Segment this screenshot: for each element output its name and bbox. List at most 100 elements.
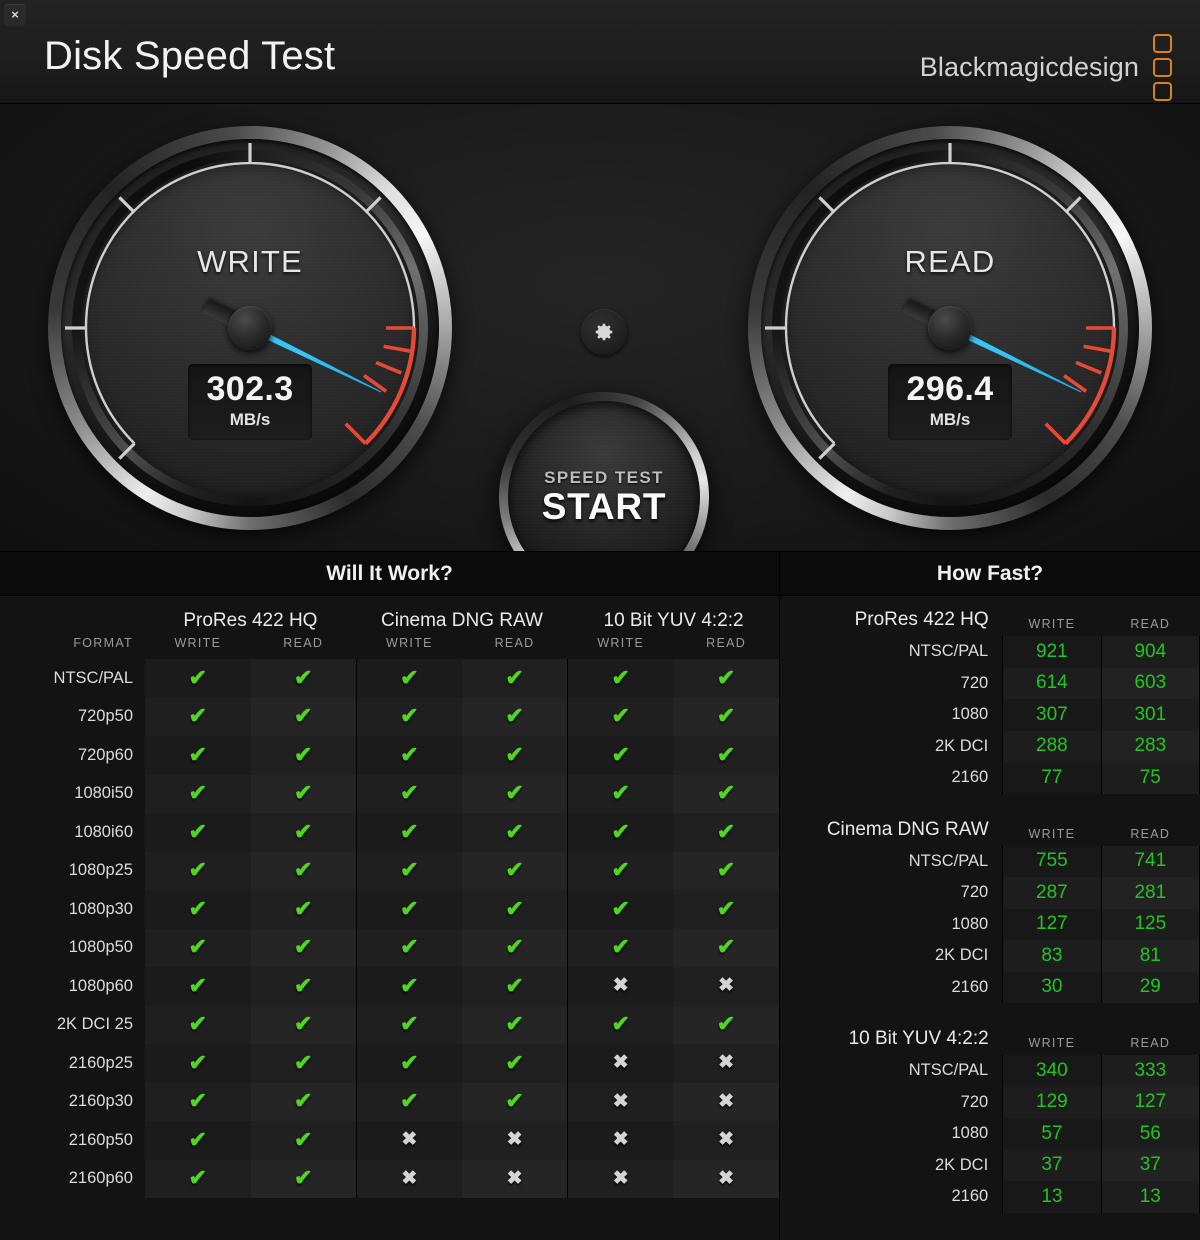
how-fast-table: ProRes 422 HQ WRITE READ NTSC/PAL 921 904 720 6… xyxy=(780,596,1200,1213)
table-row: NTSC/PAL 340 333 xyxy=(780,1055,1200,1087)
support-cell: ✔ xyxy=(461,659,568,698)
read-unit: MB/s xyxy=(929,409,971,429)
support-cell: ✖ xyxy=(567,1121,674,1160)
column-header-read: READ xyxy=(1130,826,1171,841)
write-gauge: WRITE 302.3 MB/s xyxy=(48,126,452,530)
check-icon: ✔ xyxy=(294,1011,313,1037)
support-cell: ✔ xyxy=(673,851,779,890)
check-icon: ✔ xyxy=(294,780,313,806)
check-icon: ✔ xyxy=(611,818,630,844)
support-cell: ✔ xyxy=(673,1005,779,1044)
support-cell: ✔ xyxy=(673,659,779,698)
support-cell: ✔ xyxy=(673,697,779,736)
check-icon: ✔ xyxy=(188,818,208,844)
check-icon: ✔ xyxy=(505,934,524,960)
check-icon: ✔ xyxy=(188,664,208,690)
resolution-label: 2K DCI xyxy=(935,736,989,755)
support-cell: ✔ xyxy=(250,1159,357,1198)
check-icon: ✔ xyxy=(716,857,736,883)
format-label: 1080p60 xyxy=(68,976,133,995)
check-icon: ✔ xyxy=(294,972,313,998)
check-icon: ✔ xyxy=(294,818,313,844)
codec-name: ProRes 422 HQ xyxy=(854,609,989,630)
column-header-read: READ xyxy=(1130,1036,1171,1050)
read-speed-value: 125 xyxy=(1100,908,1200,940)
column-header-write: WRITE xyxy=(386,636,433,650)
table-row: 1080 127 125 xyxy=(780,908,1200,940)
support-cell: ✖ xyxy=(461,1121,568,1160)
resolution-label: NTSC/PAL xyxy=(908,642,989,661)
check-icon: ✔ xyxy=(611,934,630,960)
cross-icon: ✖ xyxy=(718,1052,735,1074)
resolution-label: 1080 xyxy=(951,705,989,724)
results-area: Will It Work? ProRes 422 HQ Cinema DNG RA… xyxy=(0,552,1200,1240)
support-cell: ✔ xyxy=(250,774,357,813)
support-cell: ✔ xyxy=(567,774,674,813)
gear-icon xyxy=(595,323,613,341)
table-row: NTSC/PAL 755 741 xyxy=(780,845,1200,877)
check-icon: ✔ xyxy=(400,1049,419,1075)
cross-icon: ✖ xyxy=(506,1167,523,1189)
table-row: 720p60 ✔ ✔ ✔ ✔ ✔ ✔ xyxy=(0,736,779,775)
check-icon: ✔ xyxy=(294,895,313,921)
support-cell: ✔ xyxy=(355,928,462,967)
cross-icon: ✖ xyxy=(612,1167,629,1189)
support-cell: ✔ xyxy=(145,1044,251,1083)
write-speed-value: 37 xyxy=(1002,1149,1102,1181)
table-row: 1080i60 ✔ ✔ ✔ ✔ ✔ ✔ xyxy=(0,813,779,852)
speed-test-start-button[interactable]: SPEED TEST START xyxy=(499,392,709,551)
read-speed-value: 37 xyxy=(1100,1149,1200,1181)
start-button-label: START xyxy=(541,485,667,527)
support-cell: ✔ xyxy=(567,1005,674,1044)
write-speed-value: 287 xyxy=(1002,877,1102,909)
settings-button[interactable] xyxy=(581,309,627,355)
support-cell: ✖ xyxy=(567,1082,674,1121)
cross-icon: ✖ xyxy=(612,975,629,997)
how-fast-body: ProRes 422 HQ WRITE READ NTSC/PAL 921 904 720 6… xyxy=(780,596,1200,1213)
table-row: 1080p30 ✔ ✔ ✔ ✔ ✔ ✔ xyxy=(0,890,779,929)
read-speed-value: 13 xyxy=(1100,1181,1200,1213)
how-fast-panel: How Fast? ProRes 422 HQ WRITE READ NTSC/PAL… xyxy=(780,552,1200,1240)
table-row: 2160p30 ✔ ✔ ✔ ✔ ✖ ✖ xyxy=(0,1082,779,1121)
codec-group-header: 10 Bit YUV 4:2:2 xyxy=(603,610,744,631)
format-label: NTSC/PAL xyxy=(53,668,133,687)
support-cell: ✔ xyxy=(145,1121,251,1160)
check-icon: ✔ xyxy=(611,895,630,921)
check-icon: ✔ xyxy=(611,741,630,767)
support-cell: ✔ xyxy=(461,1082,568,1121)
check-icon: ✔ xyxy=(611,703,630,729)
table-row: 2160 30 29 xyxy=(780,971,1200,1003)
write-speed-value: 614 xyxy=(1002,667,1102,699)
support-cell: ✔ xyxy=(145,851,251,890)
codec-name: Cinema DNG RAW xyxy=(826,818,989,840)
write-needle-hub xyxy=(228,306,272,350)
will-it-work-panel: Will It Work? ProRes 422 HQ Cinema DNG RA… xyxy=(0,552,780,1240)
support-cell: ✔ xyxy=(250,659,357,698)
support-cell: ✔ xyxy=(250,890,357,929)
check-icon: ✔ xyxy=(188,972,208,998)
close-icon[interactable]: × xyxy=(4,4,26,26)
check-icon: ✔ xyxy=(400,818,419,844)
support-cell: ✔ xyxy=(567,813,674,852)
cross-icon: ✖ xyxy=(506,1129,523,1151)
support-cell: ✔ xyxy=(673,736,779,775)
format-label: 2160p25 xyxy=(68,1053,133,1072)
start-button-sublabel: SPEED TEST xyxy=(544,467,664,487)
cross-icon: ✖ xyxy=(612,1052,629,1074)
write-speed-value: 13 xyxy=(1002,1181,1102,1213)
table-row: 1080p60 ✔ ✔ ✔ ✔ ✖ ✖ xyxy=(0,967,779,1006)
resolution-label: 2K DCI xyxy=(935,1155,989,1174)
check-icon: ✔ xyxy=(505,780,524,806)
support-cell: ✔ xyxy=(461,774,568,813)
support-cell: ✔ xyxy=(355,736,462,775)
will-it-work-body: NTSC/PAL ✔ ✔ ✔ ✔ ✔ ✔ 720p50 ✔ ✔ ✔ ✔ ✔ ✔ 720p60 ✔ ✔ ✔ ✔ ✔ ✔ 10… xyxy=(0,659,779,1198)
column-header-write: WRITE xyxy=(1028,617,1076,631)
check-icon: ✔ xyxy=(505,972,524,998)
support-cell: ✔ xyxy=(567,928,674,967)
how-fast-section-header: ProRes 422 HQ WRITE READ xyxy=(780,596,1200,636)
page-title: Disk Speed Test xyxy=(44,34,336,78)
format-label: 1080p50 xyxy=(68,938,133,957)
support-cell: ✔ xyxy=(250,1121,357,1160)
cross-icon: ✖ xyxy=(401,1167,418,1189)
table-row: 2160 13 13 xyxy=(780,1181,1200,1213)
